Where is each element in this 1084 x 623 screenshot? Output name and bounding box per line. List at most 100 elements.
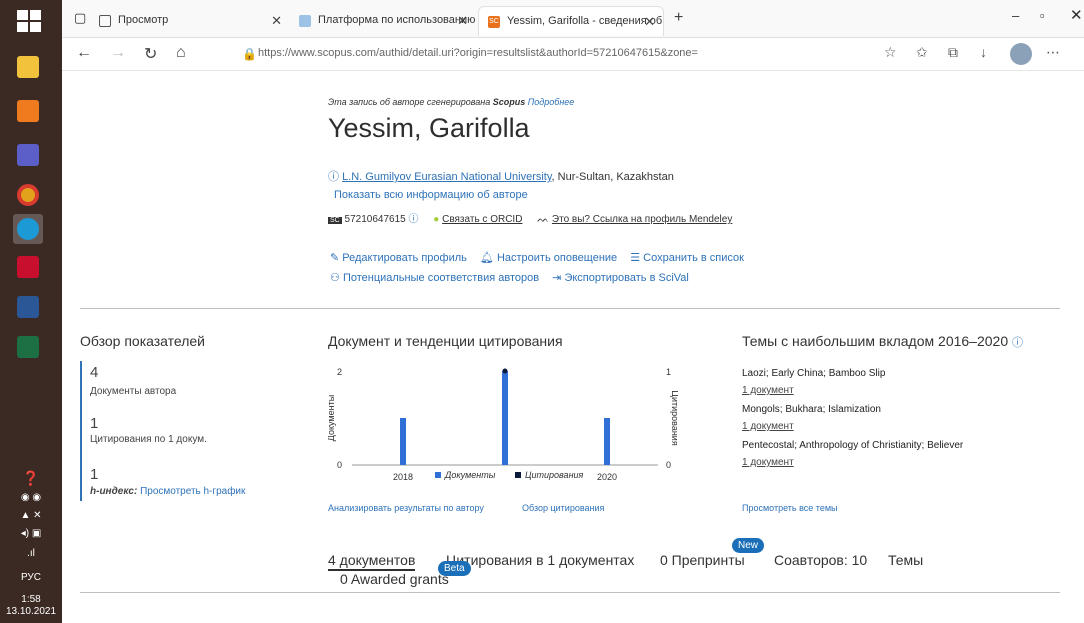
- profile-actions-2: ⚇ Потенциальные соответствия авторов ⇥ Э…: [330, 271, 689, 284]
- bell-icon: 🔔︎: [479, 252, 494, 264]
- downloads-icon[interactable]: ↓: [980, 44, 987, 60]
- more-icon[interactable]: ⋯: [1046, 44, 1060, 61]
- author-name: Yessim, Garifolla: [328, 113, 530, 143]
- tab-documents[interactable]: 4 документов: [328, 552, 416, 571]
- h-graph-link[interactable]: Просмотреть h-график: [140, 486, 245, 497]
- topic-3-docs[interactable]: 1 документ: [742, 457, 794, 468]
- start-icon[interactable]: [17, 10, 41, 32]
- tray-icons[interactable]: ◉ ◉: [0, 492, 62, 503]
- media-player-icon[interactable]: [13, 96, 43, 126]
- address-bar: ← → ↻ ⌂ 🔒 https://www.scopus.com/authid/…: [62, 38, 1084, 71]
- tab-scopus[interactable]: SC Yessim, Garifolla - сведения об а ✕: [478, 6, 664, 36]
- new-tab-icon[interactable]: +: [674, 9, 683, 27]
- export-scival-link[interactable]: Экспортировать в SciVal: [564, 272, 688, 284]
- network-icon[interactable]: ▲ ✕: [0, 510, 62, 521]
- pencil-icon: ✎: [330, 252, 340, 264]
- favorite-add-icon[interactable]: ☆: [884, 44, 897, 61]
- y-tick-label: 0: [337, 460, 342, 470]
- citation-overview-link[interactable]: Обзор цитирования: [522, 503, 604, 513]
- show-all-info-link[interactable]: Показать всю информацию об авторе: [334, 189, 528, 201]
- close-tab-icon[interactable]: ✕: [644, 14, 655, 30]
- tab-preprints[interactable]: 0 Препринты: [660, 552, 745, 568]
- chrome-icon[interactable]: [13, 180, 43, 210]
- mcafee-icon[interactable]: [13, 252, 43, 282]
- profile-actions: ✎ Редактировать профиль 🔔︎ Настроить опо…: [330, 251, 744, 264]
- clock-date[interactable]: 13.10.2021: [0, 606, 62, 617]
- potential-matches-link[interactable]: Потенциальные соответствия авторов: [343, 272, 539, 284]
- url-field[interactable]: 🔒 https://www.scopus.com/authid/detail.u…: [238, 42, 878, 66]
- clock-time[interactable]: 1:58: [0, 594, 62, 605]
- x-tick-label: 2020: [597, 472, 617, 482]
- legend-label-documents: Документы: [444, 470, 496, 480]
- close-tab-icon[interactable]: ✕: [457, 13, 468, 29]
- list-icon: ☰: [630, 252, 641, 264]
- forward-icon[interactable]: →: [110, 44, 126, 62]
- save-list-link[interactable]: Сохранить в список: [643, 252, 744, 264]
- bar-documents-2020: [604, 418, 610, 465]
- back-icon[interactable]: ←: [76, 44, 92, 62]
- signal-icon: .ıl: [27, 548, 35, 559]
- trends-heading: Документ и тенденции цитирования: [328, 333, 563, 349]
- topic-2-docs[interactable]: 1 документ: [742, 421, 794, 432]
- teams-icon[interactable]: [13, 140, 43, 170]
- tab-coauthors[interactable]: Соавторов: 10: [774, 552, 867, 568]
- page-icon: [99, 15, 111, 27]
- tab-grants[interactable]: 0 Awarded grants: [340, 571, 449, 587]
- bar-documents-2019: [502, 371, 508, 465]
- mendeley-icon: ᨓ: [537, 214, 550, 225]
- divider: [80, 592, 1060, 593]
- tab-preview[interactable]: Просмотр ✕: [90, 6, 290, 36]
- tab-platform[interactable]: Платформа по использованию ✕: [290, 6, 476, 36]
- collections-icon[interactable]: ⧉: [948, 44, 958, 61]
- window-close-icon[interactable]: ✕: [1070, 6, 1083, 24]
- legend-swatch-citations: [515, 472, 521, 478]
- legend-swatch-documents: [435, 472, 441, 478]
- h-index-row: h-индекс: Просмотреть h-график: [90, 486, 246, 497]
- author-ids: SC 57210647615 ⓘ ● Связать с ORCID ᨓ Это…: [328, 214, 733, 225]
- help-icon[interactable]: ❓: [0, 470, 62, 487]
- minimize-icon[interactable]: –: [1012, 8, 1019, 23]
- file-explorer-icon[interactable]: [13, 52, 43, 82]
- topic-2-name[interactable]: Mongols; Bukhara; Islamization: [742, 404, 881, 415]
- scopus-id-icon: SC: [328, 217, 342, 224]
- metrics-heading: Обзор показателей: [80, 333, 206, 349]
- maximize-icon[interactable]: ▫: [1040, 8, 1045, 23]
- edge-icon[interactable]: [13, 214, 43, 244]
- mendeley-link[interactable]: Это вы? Ссылка на профиль Mendeley: [552, 214, 732, 225]
- view-all-topics-link[interactable]: Просмотреть все темы: [742, 503, 838, 513]
- topic-1-docs[interactable]: 1 документ: [742, 385, 794, 396]
- divider: [80, 308, 1060, 309]
- set-alert-link[interactable]: Настроить оповещение: [497, 252, 617, 264]
- analyze-link[interactable]: Анализировать результаты по автору: [328, 503, 484, 513]
- refresh-icon[interactable]: ↻: [144, 44, 157, 64]
- affiliation-link[interactable]: L.N. Gumilyov Eurasian National Universi…: [342, 171, 551, 183]
- y-tick-label: 2: [337, 367, 342, 377]
- trend-chart: 2 0 1 0 Документы Цитирования 2018 2020 Документ…: [328, 367, 678, 482]
- word-icon[interactable]: [13, 292, 43, 322]
- language-indicator[interactable]: РУС: [0, 572, 62, 583]
- new-badge: New: [732, 538, 765, 553]
- orcid-link[interactable]: Связать с ORCID: [442, 214, 522, 225]
- info-icon: ⓘ: [1012, 337, 1023, 349]
- topic-3-name[interactable]: Pentecostal; Anthropology of Christianit…: [742, 440, 963, 451]
- more-link[interactable]: Подробнее: [528, 97, 575, 107]
- home-icon[interactable]: ⌂: [176, 44, 186, 62]
- favorites-icon[interactable]: ✩: [916, 44, 928, 61]
- tab-actions-icon[interactable]: ▢: [74, 10, 86, 26]
- volume-icon[interactable]: ◂) ▣: [0, 528, 62, 539]
- close-tab-icon[interactable]: ✕: [271, 13, 282, 29]
- edit-profile-link[interactable]: Редактировать профиль: [342, 252, 467, 264]
- tab-topics[interactable]: Темы: [888, 552, 923, 568]
- page-icon: [299, 15, 311, 27]
- orcid-icon: ●: [433, 214, 440, 225]
- docs-label: Документы автора: [90, 386, 177, 397]
- docs-value: 4: [90, 364, 99, 381]
- info-icon: ⓘ: [408, 214, 419, 225]
- x-tick-label: 2018: [393, 472, 413, 482]
- bar-documents-2018: [400, 418, 406, 465]
- topic-1-name[interactable]: Laozi; Early China; Bamboo Slip: [742, 368, 885, 379]
- tab-citations[interactable]: Цитирования в 1 документах: [446, 552, 634, 568]
- y2-axis-label: Цитирования: [670, 390, 678, 446]
- excel-icon[interactable]: [13, 332, 43, 362]
- profile-avatar[interactable]: [1010, 43, 1032, 65]
